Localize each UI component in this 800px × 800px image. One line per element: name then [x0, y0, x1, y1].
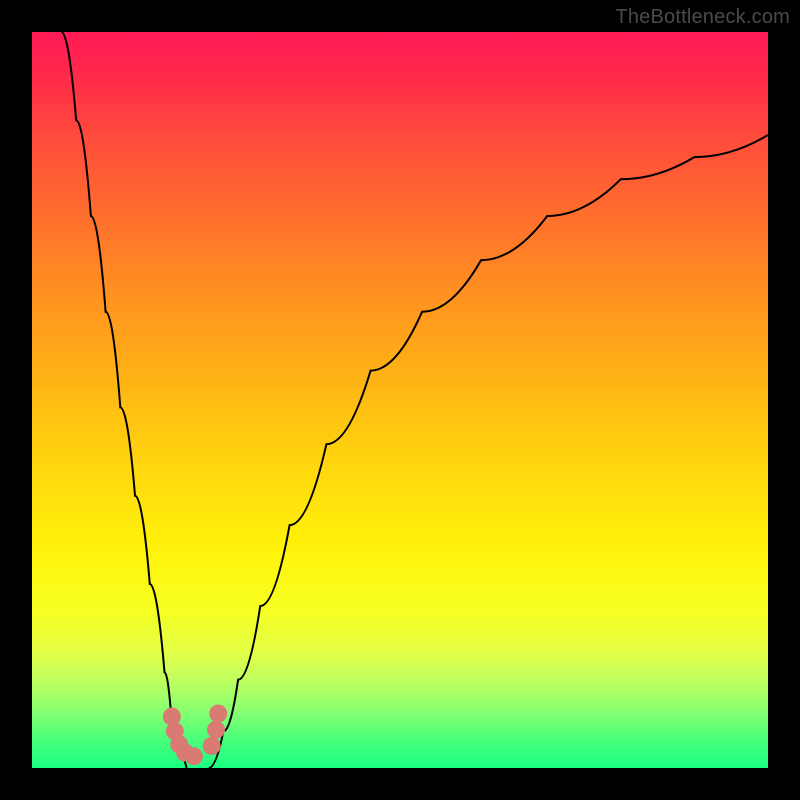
curves-layer [32, 32, 768, 768]
data-marker [203, 737, 221, 755]
curve-group [61, 32, 768, 768]
plot-area [32, 32, 768, 768]
watermark-text: TheBottleneck.com [615, 6, 790, 29]
data-marker [209, 705, 227, 723]
data-marker [185, 747, 203, 765]
left-branch-curve [61, 32, 186, 768]
data-marker [207, 721, 225, 739]
chart-frame: TheBottleneck.com [0, 0, 800, 800]
right-branch-curve [209, 135, 768, 768]
